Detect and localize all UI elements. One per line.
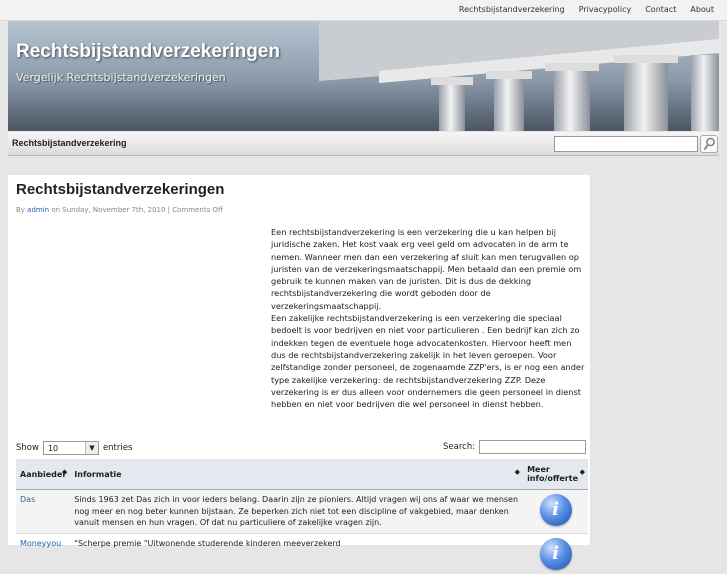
header-columns-image: [319, 21, 719, 131]
info-cell: i: [523, 532, 588, 574]
site-header: Rechtsbijstandverzekeringen Vergelijk Re…: [8, 21, 719, 131]
table-row: Moneyyou "Scherpe premie "Uitwonende stu…: [16, 532, 588, 574]
chevron-down-icon: ▼: [84, 442, 98, 454]
provider-link[interactable]: Moneyyou: [16, 532, 71, 574]
entries-select[interactable]: 10 ▼: [42, 441, 99, 455]
info-icon[interactable]: i: [539, 494, 572, 526]
site-title[interactable]: Rechtsbijstandverzekeringen: [16, 41, 280, 63]
search-input[interactable]: [554, 136, 698, 152]
post-meta-by: By: [16, 206, 28, 214]
entries-length-control: Show 10 ▼ entries: [16, 441, 132, 455]
provider-info: Sinds 1963 zet Das zich in voor ieders b…: [70, 489, 524, 533]
provider-link[interactable]: Das: [16, 489, 71, 533]
entries-label: entries: [102, 443, 133, 453]
table-search-label: Search:: [443, 442, 476, 452]
topnav-link-privacypolicy[interactable]: Privacypolicy: [572, 0, 639, 20]
topnav-link-contact[interactable]: Contact: [638, 0, 683, 20]
main-content: Rechtsbijstandverzekeringen By admin on …: [8, 175, 590, 574]
topnav-link-rechtsbijstandverzekering[interactable]: Rechtsbijstandverzekering: [452, 0, 572, 20]
column-header-label: Aanbieder: [20, 469, 67, 479]
provider-info: "Scherpe premie "Uitwonende studerende k…: [70, 532, 524, 574]
sort-icon: ◆: [579, 468, 585, 476]
table-search-input[interactable]: [479, 440, 586, 454]
search-button[interactable]: [700, 135, 718, 153]
info-cell: i: [523, 489, 588, 533]
entry-paragraph: Een zakelijke rechtsbijstandverzekering …: [271, 313, 585, 410]
post-author-link[interactable]: admin: [27, 206, 49, 214]
entries-select-value: 10: [47, 444, 59, 453]
show-label: Show: [16, 443, 39, 453]
site-description: Vergelijk Rechtsbijstandverzekeringen: [16, 71, 226, 84]
column-header-aanbieder[interactable]: Aanbieder ◆: [16, 459, 71, 490]
post-meta-date: on Sunday, November 7th, 2010 | Comments…: [49, 206, 223, 214]
column-header-informatie[interactable]: Informatie ◆: [70, 459, 524, 490]
entry-paragraph: Een rechtsbijstandverzekering is een ver…: [271, 227, 582, 311]
post-meta: By admin on Sunday, November 7th, 2010 |…: [16, 206, 223, 214]
sort-icon: ◆: [61, 468, 68, 476]
column-header-label: Informatie: [74, 469, 122, 479]
search-icon: [703, 137, 715, 151]
column-header-label: Meer info/offerte: [527, 465, 578, 483]
topnav-link-about[interactable]: About: [683, 0, 721, 20]
column-header-meer-info[interactable]: Meer info/offerte ◆: [523, 459, 588, 490]
info-icon[interactable]: i: [539, 537, 572, 570]
nav-item-rechtsbijstandverzekering[interactable]: Rechtsbijstandverzekering: [12, 132, 127, 155]
post-title[interactable]: Rechtsbijstandverzekeringen: [16, 181, 224, 198]
post-entry: Een rechtsbijstandverzekering is een ver…: [271, 226, 587, 410]
sort-icon: ◆: [514, 468, 521, 476]
sidebar: [595, 175, 727, 545]
table-row: Das Sinds 1963 zet Das zich in voor iede…: [16, 489, 588, 533]
top-navigation: Rechtsbijstandverzekering Privacypolicy …: [0, 0, 727, 21]
main-navbar: Rechtsbijstandverzekering: [8, 132, 719, 156]
insurer-table: Aanbieder ◆ Informatie ◆ Meer info/offer…: [16, 459, 588, 574]
